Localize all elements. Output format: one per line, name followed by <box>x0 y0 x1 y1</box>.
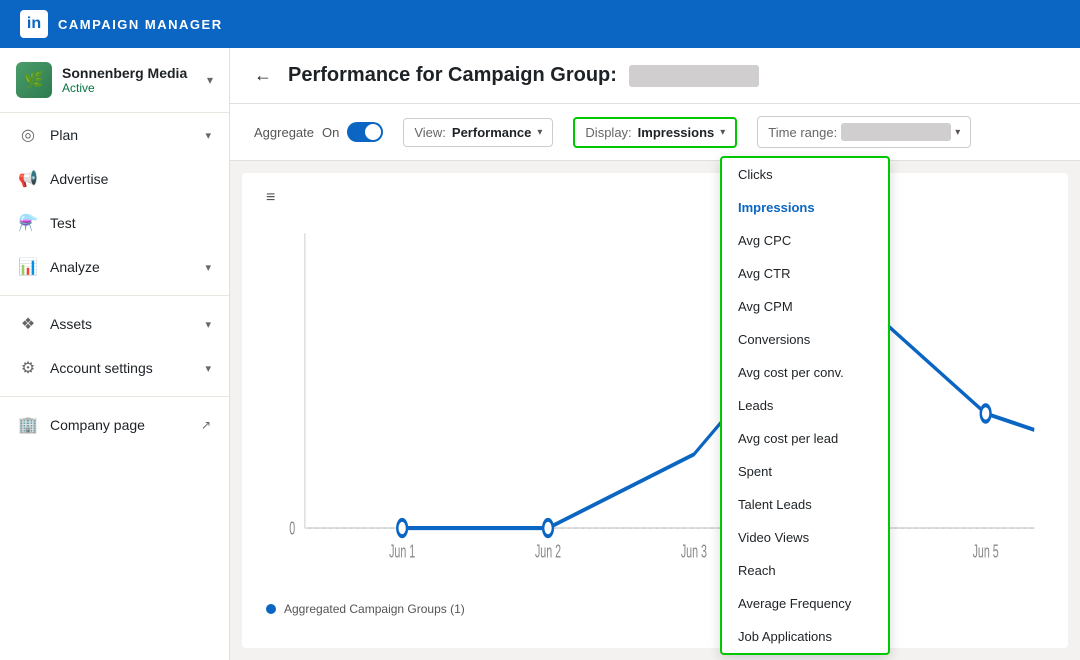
toggle-knob <box>365 124 381 140</box>
controls-bar: Aggregate On View: Performance ▾ Display… <box>230 104 1080 161</box>
sidebar-item-label: Test <box>50 215 76 231</box>
page-title: Performance for Campaign Group: <box>288 64 759 87</box>
nav-divider <box>0 295 229 296</box>
chevron-down-icon: ▾ <box>537 127 542 138</box>
avatar: 🌿 <box>16 62 52 98</box>
dropdown-item-job-applications[interactable]: Job Applications <box>722 620 888 653</box>
aggregate-toggle[interactable] <box>347 122 383 142</box>
campaign-name-placeholder <box>629 65 759 87</box>
dropdown-item-average-frequency[interactable]: Average Frequency <box>722 587 888 620</box>
chevron-down-icon: ▾ <box>205 362 211 375</box>
view-label: View: <box>414 125 446 140</box>
dropdown-item-conversions[interactable]: Conversions <box>722 323 888 356</box>
sidebar-item-label: Company page <box>50 417 145 433</box>
display-dropdown-menu: Clicks Impressions Avg CPC Avg CTR Avg C… <box>720 156 890 655</box>
chevron-down-icon: ▾ <box>720 127 725 138</box>
sidebar-item-account-settings[interactable]: ⚙ Account settings ▾ <box>0 346 229 390</box>
top-navigation: in CAMPAIGN MANAGER <box>0 0 1080 48</box>
dropdown-item-video-views[interactable]: Video Views <box>722 521 888 554</box>
dropdown-item-avg-cpm[interactable]: Avg CPM <box>722 290 888 323</box>
aggregate-control: Aggregate On <box>254 122 383 142</box>
view-value: Performance <box>452 125 531 140</box>
chart-legend: Aggregated Campaign Groups (1) <box>266 602 1044 616</box>
aggregate-on-label: On <box>322 125 339 140</box>
app-title: CAMPAIGN MANAGER <box>58 17 223 32</box>
main-content: ← Performance for Campaign Group: Aggreg… <box>230 48 1080 660</box>
svg-text:0: 0 <box>289 520 295 539</box>
dropdown-item-leads[interactable]: Leads <box>722 389 888 422</box>
display-value: Impressions <box>638 125 715 140</box>
legend-dot <box>266 604 276 614</box>
sidebar-item-label: Advertise <box>50 171 108 187</box>
timerange-dropdown[interactable]: Time range: ▾ <box>757 116 971 148</box>
account-name: Sonnenberg Media <box>62 65 207 81</box>
chevron-down-icon: ▾ <box>955 127 960 138</box>
sidebar-item-advertise[interactable]: 📢 Advertise <box>0 157 229 201</box>
chevron-down-icon: ▾ <box>207 73 213 87</box>
chart-container: 0 Jun 1 Jun 2 Jun 3 Jun 4 Jun 5 <box>266 217 1044 594</box>
linkedin-logo: in <box>20 10 48 38</box>
svg-text:Jun 5: Jun 5 <box>973 543 999 562</box>
display-dropdown[interactable]: Display: Impressions ▾ <box>573 117 737 148</box>
sidebar-item-test[interactable]: ⚗️ Test <box>0 201 229 245</box>
sidebar-item-label: Assets <box>50 316 92 332</box>
test-icon: ⚗️ <box>18 213 38 233</box>
analyze-icon: 📊 <box>18 257 38 277</box>
svg-text:Jun 1: Jun 1 <box>389 543 415 562</box>
app-layout: 🌿 Sonnenberg Media Active ▾ ◎ Plan ▾ 📢 A… <box>0 48 1080 660</box>
dropdown-item-clicks[interactable]: Clicks <box>722 158 888 191</box>
sidebar-item-analyze[interactable]: 📊 Analyze ▾ <box>0 245 229 289</box>
dropdown-item-impressions[interactable]: Impressions <box>722 191 888 224</box>
sidebar-item-label: Analyze <box>50 259 100 275</box>
chevron-down-icon: ▾ <box>205 261 211 274</box>
display-label: Display: <box>585 125 631 140</box>
dropdown-item-avg-ctr[interactable]: Avg CTR <box>722 257 888 290</box>
account-status: Active <box>62 81 207 95</box>
sidebar-item-assets[interactable]: ❖ Assets ▾ <box>0 302 229 346</box>
chart-svg: 0 Jun 1 Jun 2 Jun 3 Jun 4 Jun 5 <box>266 217 1044 594</box>
dropdown-item-talent-leads[interactable]: Talent Leads <box>722 488 888 521</box>
chart-menu-icon[interactable]: ≡ <box>266 189 1044 207</box>
dropdown-item-avg-cost-conv[interactable]: Avg cost per conv. <box>722 356 888 389</box>
nav-divider <box>0 396 229 397</box>
page-header: ← Performance for Campaign Group: <box>230 48 1080 104</box>
settings-icon: ⚙ <box>18 358 38 378</box>
account-info: Sonnenberg Media Active <box>62 65 207 95</box>
back-button[interactable]: ← <box>254 65 272 86</box>
timerange-value-placeholder <box>841 123 951 141</box>
dropdown-item-avg-cost-lead[interactable]: Avg cost per lead <box>722 422 888 455</box>
sidebar-item-plan[interactable]: ◎ Plan ▾ <box>0 113 229 157</box>
company-icon: 🏢 <box>18 415 38 435</box>
advertise-icon: 📢 <box>18 169 38 189</box>
sidebar-item-label: Account settings <box>50 360 153 376</box>
chart-area: ≡ 0 Jun 1 Jun 2 Jun 3 Jun 4 Jun <box>242 173 1068 648</box>
chevron-down-icon: ▾ <box>205 318 211 331</box>
svg-text:Jun 3: Jun 3 <box>681 543 707 562</box>
sidebar: 🌿 Sonnenberg Media Active ▾ ◎ Plan ▾ 📢 A… <box>0 48 230 660</box>
legend-label: Aggregated Campaign Groups (1) <box>284 602 465 616</box>
aggregate-label: Aggregate <box>254 125 314 140</box>
svg-text:Jun 2: Jun 2 <box>535 543 561 562</box>
external-link-icon: ↗ <box>201 418 211 432</box>
view-dropdown[interactable]: View: Performance ▾ <box>403 118 553 147</box>
chevron-down-icon: ▾ <box>205 129 211 142</box>
plan-icon: ◎ <box>18 125 38 145</box>
assets-icon: ❖ <box>18 314 38 334</box>
timerange-label: Time range: <box>768 125 837 140</box>
sidebar-item-label: Plan <box>50 127 78 143</box>
account-section[interactable]: 🌿 Sonnenberg Media Active ▾ <box>0 48 229 113</box>
dropdown-item-spent[interactable]: Spent <box>722 455 888 488</box>
sidebar-item-company-page[interactable]: 🏢 Company page ↗ <box>0 403 229 447</box>
dropdown-item-reach[interactable]: Reach <box>722 554 888 587</box>
dropdown-item-avg-cpc[interactable]: Avg CPC <box>722 224 888 257</box>
